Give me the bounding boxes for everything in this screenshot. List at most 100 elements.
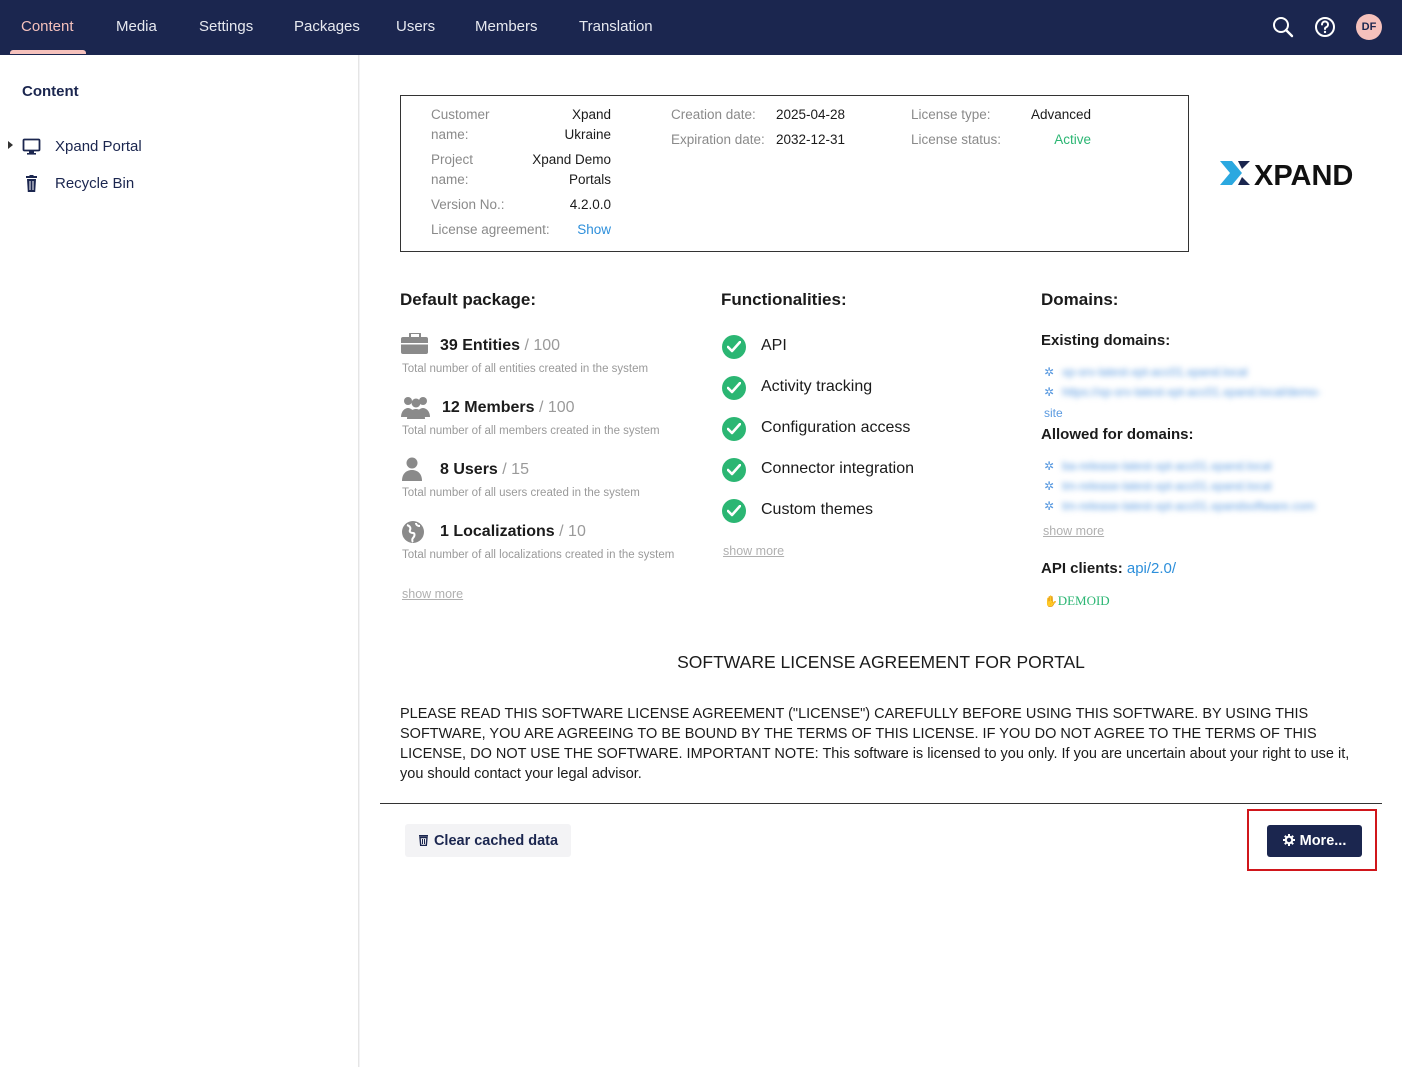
existing-domains-title: Existing domains: bbox=[1041, 332, 1171, 349]
localizations-count: 1 Localizations / 10 bbox=[440, 523, 586, 541]
clear-cached-data-label: Clear cached data bbox=[433, 832, 559, 849]
entities-limit: / 100 bbox=[524, 337, 561, 354]
allowed-domain-link[interactable]: ✲ tm-release-latest-xpt-acc01.xpandsoftwa… bbox=[1044, 499, 1315, 513]
top-navigation: Content Media Settings Packages Users Me… bbox=[0, 0, 1402, 55]
domain-text: tm-release-latest-xpt-acc01.xpandsoftwar… bbox=[1062, 499, 1315, 513]
allowed-domain-link[interactable]: ✲ ba-release-latest-xpt-acc01.xpand.local bbox=[1044, 459, 1272, 473]
customer-name-value-1: Xpand bbox=[571, 107, 611, 122]
xpand-logo: XPAND bbox=[1218, 155, 1368, 192]
logo-text: XPAND bbox=[1254, 160, 1353, 191]
entities-count: 39 Entities / 100 bbox=[440, 337, 560, 355]
members-count-value: 12 Members bbox=[442, 399, 535, 416]
api-client-demoid[interactable]: ✋DEMOID bbox=[1044, 593, 1110, 609]
help-icon[interactable] bbox=[1314, 16, 1336, 38]
functionality-activity-tracking: Activity tracking bbox=[761, 378, 873, 395]
nav-tab-translation[interactable]: Translation bbox=[579, 0, 653, 55]
domains-show-more-link[interactable]: show more bbox=[1043, 524, 1104, 538]
project-name-label-1: Project bbox=[431, 152, 474, 167]
localizations-count-value: 1 Localizations bbox=[440, 523, 555, 540]
divider bbox=[380, 803, 1382, 804]
user-icon bbox=[401, 457, 429, 481]
sidebar: Content Xpand Portal Recycle Bin bbox=[0, 55, 359, 1067]
functionality-connector-integration: Connector integration bbox=[761, 460, 914, 477]
functionality-configuration-access: Configuration access bbox=[761, 419, 911, 436]
api-clients-row: API clients: api/2.0/ bbox=[1041, 560, 1176, 577]
members-count: 12 Members / 100 bbox=[442, 399, 575, 417]
hand-icon: ✋ bbox=[1044, 596, 1058, 608]
functionality-custom-themes: Custom themes bbox=[761, 501, 874, 518]
customer-name-value-2: Ukraine bbox=[564, 127, 611, 142]
gear-icon: ✲ bbox=[1044, 479, 1055, 493]
agreement-text: PLEASE READ THIS SOFTWARE LICENSE AGREEM… bbox=[400, 706, 1350, 782]
default-package-title: Default package: bbox=[400, 290, 537, 309]
domain-text: https://xp-srv-latest-xpt-acc01.xpand.lo… bbox=[1062, 385, 1321, 399]
trash-icon bbox=[22, 175, 42, 193]
users-count: 8 Users / 15 bbox=[440, 461, 529, 479]
localizations-limit: / 10 bbox=[559, 523, 586, 540]
creation-date-label: Creation date: bbox=[671, 107, 756, 122]
api-clients-label: API clients: bbox=[1041, 560, 1123, 577]
api-clients-link[interactable]: api/2.0/ bbox=[1127, 560, 1176, 577]
domain-text: ba-release-latest-xpt-acc01.xpand.local bbox=[1062, 459, 1272, 473]
monitor-icon bbox=[22, 138, 42, 156]
domains-title: Domains: bbox=[1041, 290, 1119, 309]
nav-tab-media[interactable]: Media bbox=[116, 0, 157, 55]
nav-tab-packages[interactable]: Packages bbox=[294, 0, 360, 55]
existing-domain-link-cont[interactable]: site bbox=[1044, 406, 1063, 420]
nav-tab-users[interactable]: Users bbox=[396, 0, 435, 55]
nav-tab-members[interactable]: Members bbox=[475, 0, 538, 55]
license-type-label: License type: bbox=[911, 107, 991, 122]
members-icon bbox=[401, 395, 430, 419]
gear-icon: ✲ bbox=[1044, 499, 1055, 513]
trash-icon bbox=[418, 834, 428, 846]
allowed-domains-title: Allowed for domains: bbox=[1041, 426, 1194, 443]
project-name-value-2: Portals bbox=[568, 172, 611, 187]
users-description: Total number of all users created in the… bbox=[402, 487, 640, 499]
users-limit: / 15 bbox=[502, 461, 529, 478]
expand-caret-icon[interactable] bbox=[8, 141, 13, 149]
tree-item-recycle-bin[interactable]: Recycle Bin bbox=[0, 169, 359, 199]
check-icon bbox=[722, 458, 746, 482]
functionalities-show-more-link[interactable]: show more bbox=[723, 544, 784, 558]
tree-item-xpand-portal[interactable]: Xpand Portal bbox=[0, 132, 359, 162]
license-info-box: Customer name: Xpand Ukraine Project nam… bbox=[400, 95, 1189, 252]
tree-item-label: Xpand Portal bbox=[55, 138, 142, 155]
domain-text: tm-release-latest-xpt-acc01.xpand.local bbox=[1062, 479, 1272, 493]
existing-domain-link[interactable]: ✲ xp-srv-latest-xpt-acc01.xpand.local bbox=[1044, 365, 1247, 379]
globe-icon bbox=[401, 520, 429, 544]
license-status-value: Active bbox=[1054, 132, 1091, 147]
active-tab-indicator bbox=[10, 50, 86, 54]
customer-name-label-1: Customer bbox=[431, 107, 490, 122]
functionalities-title: Functionalities: bbox=[721, 290, 847, 309]
user-avatar[interactable]: DF bbox=[1356, 14, 1382, 40]
version-label: Version No.: bbox=[431, 197, 505, 212]
license-agreement-show-link[interactable]: Show bbox=[577, 220, 611, 240]
nav-tab-settings[interactable]: Settings bbox=[199, 0, 253, 55]
allowed-domain-link[interactable]: ✲ tm-release-latest-xpt-acc01.xpand.local bbox=[1044, 479, 1272, 493]
check-icon bbox=[722, 417, 746, 441]
package-show-more-link[interactable]: show more bbox=[402, 587, 463, 601]
localizations-description: Total number of all localizations create… bbox=[402, 549, 675, 561]
gear-icon: ✲ bbox=[1044, 385, 1055, 399]
briefcase-icon bbox=[401, 332, 429, 357]
customer-name-label-2: name: bbox=[431, 127, 469, 142]
version-value: 4.2.0.0 bbox=[569, 197, 611, 212]
nav-tab-content[interactable]: Content bbox=[21, 0, 74, 55]
search-icon[interactable] bbox=[1272, 16, 1294, 38]
existing-domain-link[interactable]: ✲ https://xp-srv-latest-xpt-acc01.xpand.l… bbox=[1044, 385, 1321, 399]
members-limit: / 100 bbox=[538, 399, 575, 416]
license-status-label: License status: bbox=[911, 132, 1002, 147]
license-agreement-label: License agreement: bbox=[431, 222, 550, 237]
domain-text: xp-srv-latest-xpt-acc01.xpand.local bbox=[1062, 365, 1248, 379]
sidebar-title: Content bbox=[22, 83, 79, 100]
check-icon bbox=[722, 499, 746, 523]
clear-cached-data-button[interactable]: Clear cached data bbox=[405, 824, 571, 857]
members-description: Total number of all members created in t… bbox=[402, 425, 660, 437]
users-count-value: 8 Users bbox=[440, 461, 498, 478]
agreement-title: SOFTWARE LICENSE AGREEMENT FOR PORTAL bbox=[677, 652, 1085, 672]
project-name-label-2: name: bbox=[431, 172, 469, 187]
functionality-api: API bbox=[761, 337, 787, 354]
creation-date-value: 2025-04-28 bbox=[776, 107, 846, 122]
check-icon bbox=[722, 376, 746, 400]
main-content: Customer name: Xpand Ukraine Project nam… bbox=[360, 55, 1402, 1067]
